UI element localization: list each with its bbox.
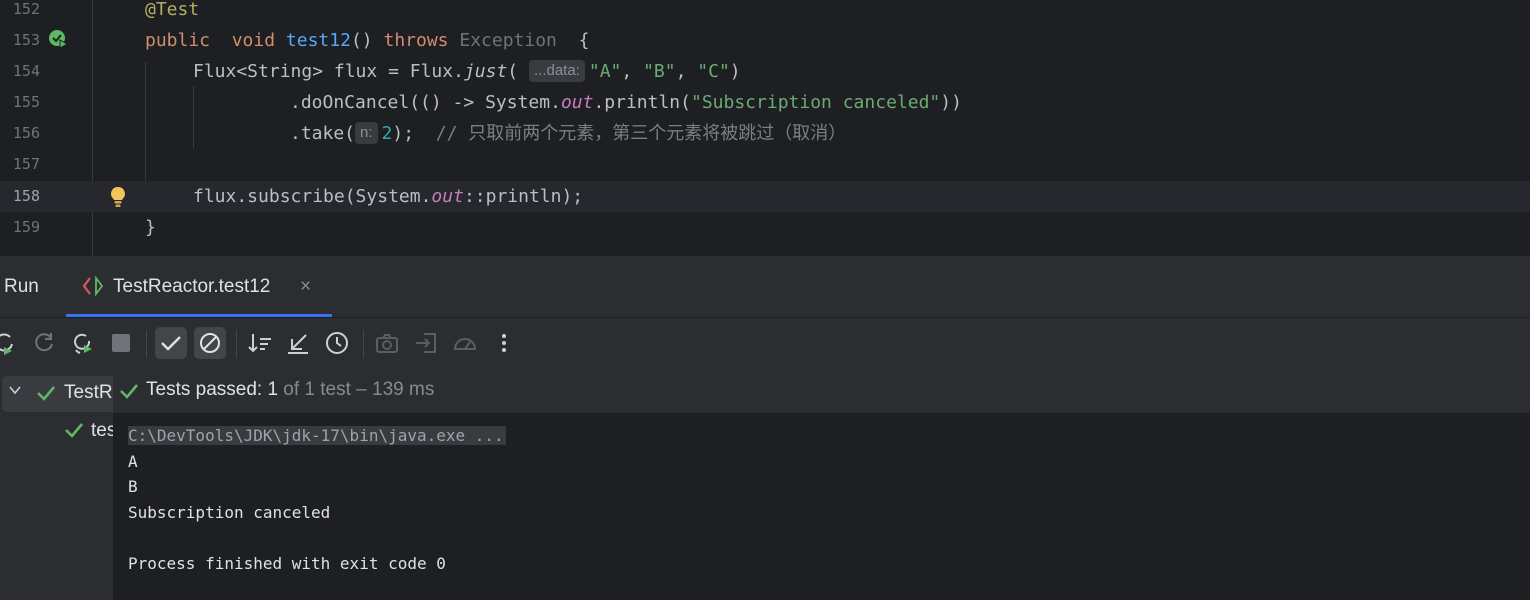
code-line-159[interactable]: 159 } [0,212,1530,243]
run-tool-window: Run TestReactor.test12 × TestR tes Tests… [0,256,1530,600]
subscribe-call: flux.subscribe(System.out::println); [193,186,584,207]
test-status-text: Tests passed: 1 of 1 test – 139 ms [146,379,435,400]
method-declaration: public void test12() throws Exception { [145,30,590,51]
parameter-hint: ...data: [528,60,585,82]
passed-check-icon [36,384,56,407]
collapse-icon[interactable] [282,327,314,359]
rerun-icon[interactable] [0,327,20,359]
toolbar-separator [236,330,237,358]
tree-item-label[interactable]: test12 [91,420,113,442]
history-icon[interactable] [321,327,353,359]
do-on-cancel-call: .doOnCancel(() -> System.out.println("Su… [290,92,962,113]
line-number: 157 [12,155,40,173]
tab-label: TestReactor.test12 [113,276,271,297]
flux-declaration: Flux<String> flux = Flux.just( ...data: "… [193,60,741,82]
line-number: 154 [12,62,40,80]
line-number: 152 [12,0,40,18]
coverage-icon[interactable] [449,327,481,359]
code-line-153[interactable]: 153 public void test12() throws Exceptio… [0,25,1530,56]
console-output[interactable]: Tests passed: 1 of 1 test – 139 ms C:\De… [113,369,1530,600]
toolbar-separator [146,330,147,358]
console-line: B [128,477,138,496]
show-passed-icon[interactable] [155,327,187,359]
code-line-152[interactable]: 152 @Test [0,0,1530,25]
annotation-test: @Test [145,0,200,20]
test-config-icon [82,275,106,297]
console-line: A [128,452,138,471]
code-editor[interactable]: 152 @Test 153 public void test12() throw… [0,0,1530,256]
toggle-auto-test-icon[interactable] [66,327,98,359]
export-icon[interactable] [371,327,403,359]
parameter-hint: n: [355,122,378,144]
line-number: 158 [12,187,40,205]
take-call: .take(n: 2); // 只取前两个元素，第三个元素将被跳过（取消） [290,122,847,144]
line-number: 159 [12,218,40,236]
test-status-bar: Tests passed: 1 of 1 test – 139 ms [113,369,1530,413]
console-line: Subscription canceled [128,503,331,522]
line-number: 153 [12,31,40,49]
console-command-line[interactable]: C:\DevTools\JDK\jdk-17\bin\java.exe ... [128,425,506,447]
sort-icon[interactable] [244,327,276,359]
toolbar-separator [363,330,364,358]
tool-window-title: Run [4,276,39,297]
tree-item-label: TestReactor [64,382,113,403]
console-line: Process finished with exit code 0 [128,554,446,573]
test-tree: TestReactor test12 [0,369,113,600]
code-line-154[interactable]: 154 Flux<String> flux = Flux.just( ...da… [0,56,1530,87]
line-number: 156 [12,124,40,142]
close-icon[interactable]: × [300,276,311,298]
more-icon[interactable] [488,327,520,359]
passed-check-icon [119,381,139,401]
rerun-failed-icon[interactable] [28,327,60,359]
run-test-gutter-icon[interactable] [48,29,69,49]
intention-bulb-icon[interactable] [108,185,128,209]
import-icon[interactable] [410,327,442,359]
code-line-156[interactable]: 156 .take(n: 2); // 只取前两个元素，第三个元素将被跳过（取消） [0,118,1530,149]
tool-window-header: Run TestReactor.test12 × [0,256,1530,317]
code-line-155[interactable]: 155 .doOnCancel(() -> System.out.println… [0,87,1530,118]
line-number: 155 [12,93,40,111]
code-line-158[interactable]: 158 flux.subscribe(System.out::println); [0,181,1530,212]
code-comment: // 只取前两个元素，第三个元素将被跳过（取消） [435,123,847,144]
chevron-down-icon[interactable] [8,383,22,402]
code-line-157[interactable]: 157 [0,149,1530,180]
run-toolbar [0,318,1530,368]
stop-icon[interactable] [105,327,137,359]
show-ignored-icon[interactable] [194,327,226,359]
passed-check-icon [64,421,84,444]
closing-brace: } [145,217,156,238]
